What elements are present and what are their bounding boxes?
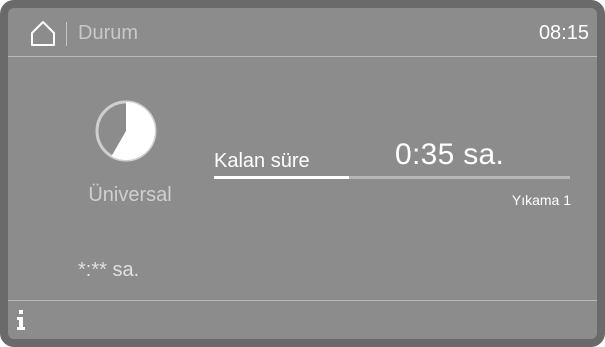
header-divider (66, 22, 67, 46)
progress-bar-fill (214, 176, 350, 179)
progress-bar (214, 176, 570, 179)
home-icon[interactable] (30, 20, 56, 46)
page-title: Durum (78, 22, 139, 44)
program-name: Üniversal (88, 184, 172, 206)
info-icon[interactable] (14, 309, 28, 331)
wash-phase: Yıkama 1 (511, 192, 571, 208)
remaining-time-label: Kalan süre (214, 150, 310, 172)
display-screen: Durum 08:15 Üniversal *:** sa. Kalan sür… (0, 0, 605, 347)
clock: 08:15 (538, 22, 589, 44)
program-duration: *:** sa. (78, 259, 140, 281)
remaining-time-value: 0:35 sa. (395, 138, 505, 171)
header-bar: Durum 08:15 (8, 8, 597, 57)
program-status-icon (95, 100, 157, 162)
footer-bar (8, 300, 597, 339)
